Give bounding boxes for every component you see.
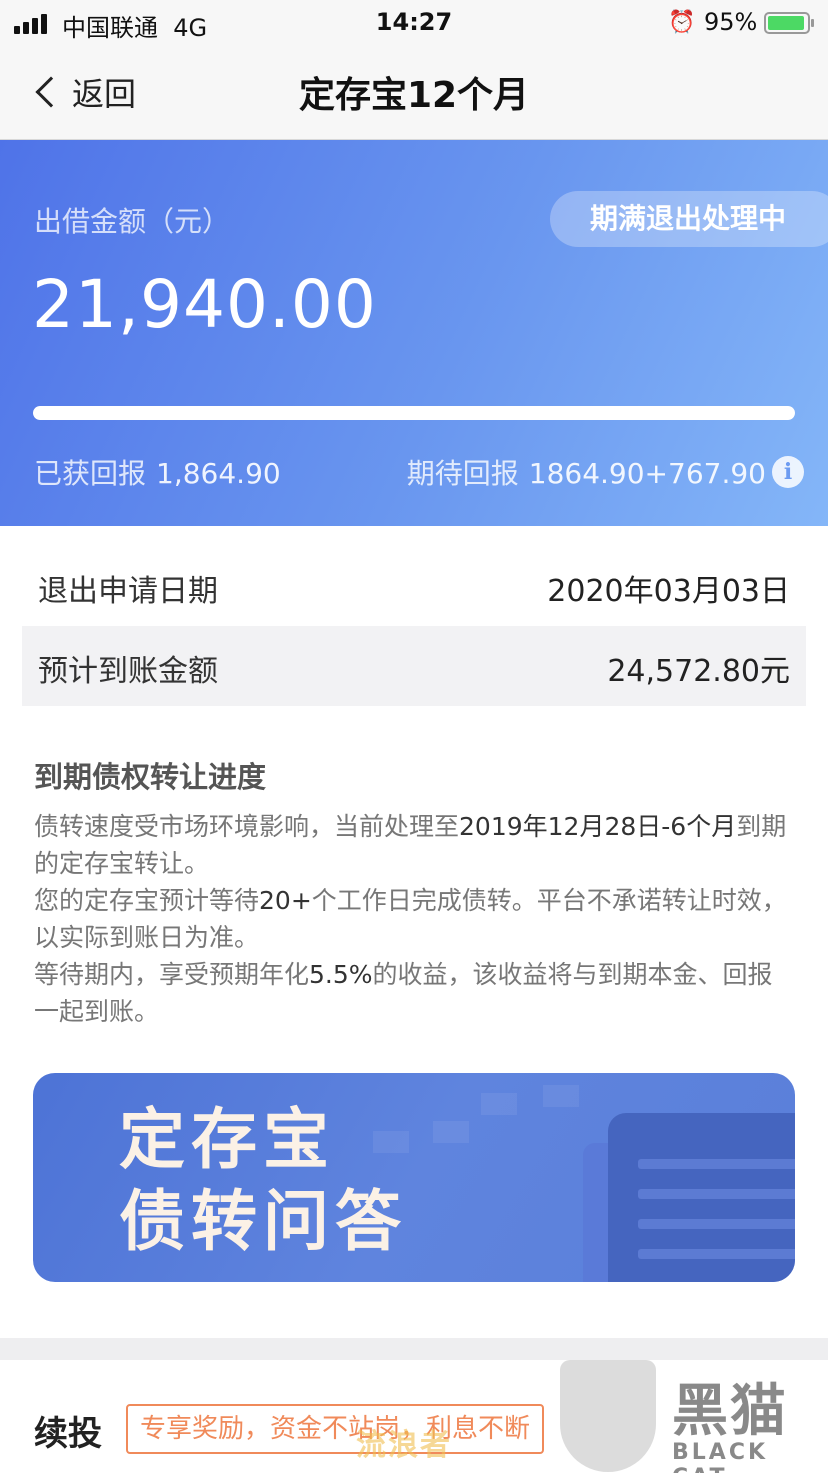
invested-amount: 21,940.00 [32,266,377,343]
decor-square [433,1121,469,1143]
exit-date-value: 2020年03月03日 [547,574,790,609]
p3-text-a: 等待期内，享受预期年化 [34,960,310,989]
earned-label: 已获回报 [34,457,147,490]
faq-banner[interactable]: 定存宝 债转问答 [33,1073,795,1282]
exit-date-row: 退出申请日期 2020年03月03日 [22,546,806,626]
details-section: 退出申请日期 2020年03月03日 预计到账金额 24,572.80元 到期债… [0,526,828,1071]
p3-highlight: 5.5% [309,960,373,989]
expected-payout-value: 24,572.80元 [607,654,790,689]
decor-square [481,1093,517,1115]
document-line [638,1189,795,1199]
banner-section: 定存宝 债转问答 [0,1071,828,1282]
p2-text-a: 您的定存宝预计等待 [34,886,260,915]
expected-payout-label: 预计到账金额 [38,654,218,689]
expected-value: 1864.90+767.90 [528,457,766,490]
decor-square [543,1085,579,1107]
spacer [0,1282,828,1342]
earned-return: 已获回报 1,864.90 [34,452,281,492]
progress-fill [33,406,795,420]
transfer-paragraph-2: 您的定存宝预计等待20+个工作日完成债转。平台不承诺转让时效，以实际到账日为准。 [34,882,794,956]
section-divider [0,1338,828,1360]
watermark-subtext: 流浪者 [356,1428,452,1463]
transfer-progress-title: 到期债权转让进度 [34,760,267,794]
earned-value: 1,864.90 [156,457,281,490]
transfer-paragraph-3: 等待期内，享受预期年化5.5%的收益，该收益将与到期本金、回报一起到账。 [34,956,794,1030]
exit-date-label: 退出申请日期 [38,574,218,609]
progress-bar [33,406,795,420]
watermark-cat-logo [560,1360,656,1472]
watermark-text-cn: 黑猫 [672,1379,788,1444]
document-line [638,1159,795,1169]
status-bar: 中国联通 4G 14:27 ⏰ 95% [0,0,828,44]
banner-title-line-1: 定存宝 [119,1101,335,1178]
status-badge: 期满退出处理中 [550,191,828,247]
page-title: 定存宝12个月 [298,75,530,116]
p1-text-a: 债转速度受市场环境影响，当前处理至 [34,812,460,841]
alarm-icon: ⏰ [668,10,696,35]
reinvest-promo-tag: 专享奖励，资金不站岗，利息不断 [126,1404,545,1454]
investment-summary-card: 出借金额（元） 期满退出处理中 21,940.00 已获回报 1,864.90 期… [0,140,828,526]
expected-label: 期待回报 [406,457,519,490]
battery-icon [764,12,814,34]
document-line [638,1249,795,1259]
expected-return: 期待回报 1864.90+767.90 [407,452,766,492]
banner-title: 定存宝 债转问答 [119,1099,407,1263]
document-line [638,1219,795,1229]
navigation-bar: 返回 定存宝12个月 [0,44,828,140]
info-icon[interactable]: i [772,456,804,488]
amount-label: 出借金额（元） [34,205,231,238]
battery-percent: 95% [704,8,758,36]
reinvest-label: 续投 [34,1414,102,1454]
p1-highlight: 2019年12月28日-6个月 [459,812,737,841]
banner-title-line-2: 债转问答 [119,1183,407,1260]
transfer-paragraph-1: 债转速度受市场环境影响，当前处理至2019年12月28日-6个月到期的定存宝转让… [34,808,794,882]
battery-fill [768,16,804,30]
watermark-text-en: BLACK CAT [672,1440,769,1473]
p2-highlight: 20+ [259,886,312,915]
app-screen: 中国联通 4G 14:27 ⏰ 95% 返回 定存宝12个月 出借金额（元） 期… [0,0,828,1473]
expected-payout-row: 预计到账金额 24,572.80元 [22,626,806,706]
